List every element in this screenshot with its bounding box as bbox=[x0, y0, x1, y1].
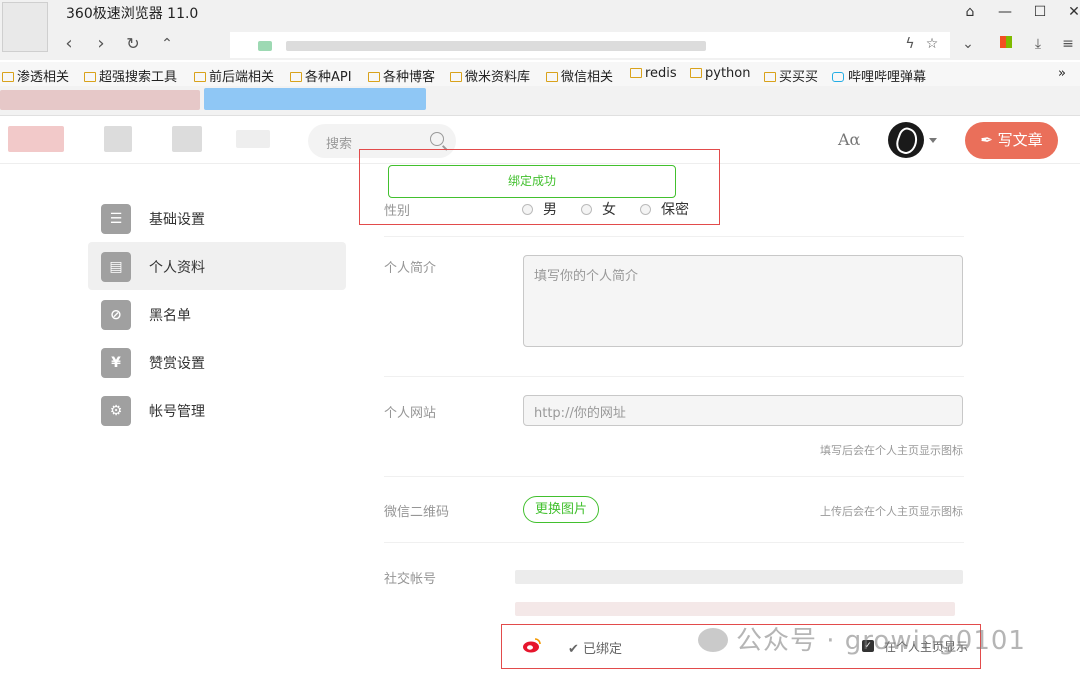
browser-title: 360极速浏览器 11.0 bbox=[66, 6, 199, 22]
tab-strip bbox=[0, 86, 1080, 116]
chevron-down-icon[interactable] bbox=[929, 138, 937, 143]
nav-blur[interactable] bbox=[104, 126, 132, 152]
bookmark-item[interactable]: 微米资料库 bbox=[450, 66, 530, 85]
folder-icon bbox=[450, 72, 462, 82]
forward-icon[interactable]: › bbox=[90, 33, 112, 55]
wechat-icon bbox=[698, 628, 728, 652]
list-icon: ☰ bbox=[101, 204, 131, 234]
search-input[interactable]: 搜索 bbox=[326, 133, 352, 152]
folder-icon bbox=[194, 72, 206, 82]
url-blur bbox=[286, 41, 706, 51]
sidebar-item-label: 帐号管理 bbox=[149, 404, 205, 420]
favorite-star-icon[interactable]: ☆ bbox=[922, 34, 942, 54]
font-toggle-icon[interactable]: Aα bbox=[838, 130, 860, 149]
bookmarks-more-button[interactable]: » bbox=[1058, 66, 1066, 81]
user-avatar[interactable] bbox=[888, 122, 924, 158]
sidebar-item-label: 赞赏设置 bbox=[149, 356, 205, 372]
skin-icon[interactable]: ⌂ bbox=[958, 2, 982, 22]
divider bbox=[384, 376, 964, 377]
website-label: 个人网站 bbox=[384, 406, 437, 421]
social-account-blur bbox=[515, 570, 963, 584]
watermark: 公众号 · growing0101 bbox=[698, 620, 1026, 657]
bookmark-item[interactable]: 哔哩哔哩弹幕 bbox=[832, 66, 926, 85]
menu-icon[interactable]: ≡ bbox=[1058, 34, 1078, 54]
wechat-qr-hint: 上传后会在个人主页显示图标 bbox=[820, 505, 963, 518]
folder-icon bbox=[2, 72, 14, 82]
back-icon[interactable]: ‹ bbox=[58, 33, 80, 55]
sidebar-item-label: 黑名单 bbox=[149, 308, 191, 324]
divider bbox=[384, 476, 964, 477]
folder-icon bbox=[368, 72, 380, 82]
gear-icon: ⚙ bbox=[101, 396, 131, 426]
close-button[interactable]: ✕ bbox=[1062, 2, 1080, 22]
profile-card-icon: ▤ bbox=[101, 252, 131, 282]
sidebar-item-label: 个人资料 bbox=[149, 260, 205, 276]
divider bbox=[384, 236, 964, 237]
bookmarks-bar: 渗透相关 超强搜索工具 前后端相关 各种API 各种博客 微米资料库 微信相关 … bbox=[0, 62, 1080, 86]
bookmark-item[interactable]: 渗透相关 bbox=[2, 66, 69, 85]
write-article-button[interactable]: ✒ 写文章 bbox=[965, 122, 1058, 159]
bookmark-item[interactable]: 买买买 bbox=[764, 66, 818, 85]
bilibili-icon bbox=[832, 72, 844, 82]
sidebar-item-reward[interactable]: ¥ 赞赏设置 bbox=[88, 338, 346, 386]
block-icon: ⊘ bbox=[101, 300, 131, 330]
folder-icon bbox=[290, 72, 302, 82]
success-toast: 绑定成功 bbox=[388, 165, 676, 198]
folder-icon bbox=[630, 68, 642, 78]
bookmark-item[interactable]: 各种API bbox=[290, 66, 352, 85]
sidebar-item-blacklist[interactable]: ⊘ 黑名单 bbox=[88, 290, 346, 338]
apps-grid-icon[interactable] bbox=[996, 34, 1016, 54]
bookmark-item[interactable]: 微信相关 bbox=[546, 66, 613, 85]
website-hint: 填写后会在个人主页显示图标 bbox=[820, 444, 963, 457]
folder-icon bbox=[690, 68, 702, 78]
browser-profile-avatar[interactable] bbox=[2, 2, 48, 52]
download-icon[interactable]: ⤓ bbox=[1028, 34, 1048, 54]
bookmark-item[interactable]: 超强搜索工具 bbox=[84, 66, 177, 85]
social-account-blur bbox=[515, 602, 955, 616]
tab-blur[interactable] bbox=[0, 90, 200, 110]
sidebar-item-label: 基础设置 bbox=[149, 212, 205, 228]
wechat-qr-label: 微信二维码 bbox=[384, 505, 450, 520]
social-label: 社交帐号 bbox=[384, 572, 437, 587]
sidebar-item-account[interactable]: ⚙ 帐号管理 bbox=[88, 386, 346, 434]
bookmark-item[interactable]: python bbox=[690, 66, 750, 81]
change-image-button[interactable]: 更换图片 bbox=[523, 496, 599, 523]
sidebar-item-basic-settings[interactable]: ☰ 基础设置 bbox=[88, 194, 346, 242]
bookmark-item[interactable]: redis bbox=[630, 66, 677, 81]
folder-icon bbox=[764, 72, 776, 82]
folder-icon bbox=[84, 72, 96, 82]
minimize-button[interactable]: — bbox=[993, 2, 1017, 22]
address-bar[interactable] bbox=[230, 32, 950, 58]
nav-blur[interactable] bbox=[172, 126, 202, 152]
refresh-icon[interactable]: ↻ bbox=[122, 33, 144, 55]
active-tab-blur[interactable] bbox=[204, 88, 426, 110]
nav-messages[interactable] bbox=[236, 130, 270, 148]
yen-icon: ¥ bbox=[101, 348, 131, 378]
divider bbox=[384, 542, 964, 543]
bookmark-item[interactable]: 前后端相关 bbox=[194, 66, 274, 85]
search-icon[interactable] bbox=[430, 132, 444, 146]
browser-titlebar: 360极速浏览器 11.0 ⌂ — ☐ ✕ ‹ › ↻ ⌃ ϟ ☆ ⌄ ⤓ ≡ bbox=[0, 0, 1080, 60]
home-icon[interactable]: ⌃ bbox=[156, 33, 178, 55]
bio-textarea[interactable]: 填写你的个人简介 bbox=[523, 255, 963, 347]
website-input[interactable]: http://你的网址 bbox=[523, 395, 963, 426]
sidebar-item-profile[interactable]: ▤ 个人资料 bbox=[88, 242, 346, 290]
url-blur bbox=[258, 41, 272, 51]
lightning-icon[interactable]: ϟ bbox=[900, 34, 920, 54]
bio-label: 个人简介 bbox=[384, 261, 437, 276]
dropdown-icon[interactable]: ⌄ bbox=[958, 34, 978, 54]
maximize-button[interactable]: ☐ bbox=[1028, 2, 1052, 22]
bookmark-item[interactable]: 各种博客 bbox=[368, 66, 435, 85]
feather-icon: ✒ bbox=[980, 131, 993, 149]
folder-icon bbox=[546, 72, 558, 82]
logo-blur[interactable] bbox=[8, 126, 64, 152]
